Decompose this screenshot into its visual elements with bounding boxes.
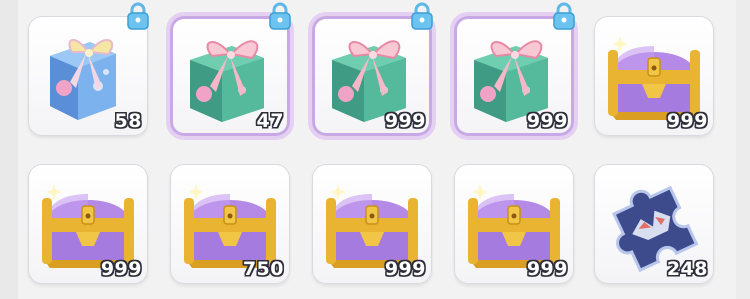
item-count: 999 (384, 258, 426, 280)
lock-icon (552, 2, 576, 30)
inventory-slot[interactable]: 999 (312, 164, 432, 284)
inventory-slot[interactable]: 248 (594, 164, 714, 284)
item-count: 750 (242, 258, 284, 280)
inventory-slot[interactable]: 999 (28, 164, 148, 284)
item-count: 999 (666, 110, 708, 132)
item-count: 47 (256, 110, 284, 132)
item-count: 58 (114, 110, 142, 132)
item-count: 999 (526, 258, 568, 280)
inventory-slot[interactable]: 47 (170, 2, 291, 136)
lock-icon (410, 2, 434, 30)
inventory-grid: 58 47 999 999 999 999 750 999 999 248 (28, 2, 718, 286)
inventory-slot[interactable]: 999 (454, 164, 574, 284)
lock-icon (126, 2, 150, 30)
item-count: 999 (100, 258, 142, 280)
inventory-slot[interactable]: 999 (454, 2, 575, 136)
lock-icon (268, 2, 292, 30)
item-count: 999 (384, 110, 426, 132)
scrollbar-track[interactable] (736, 0, 750, 299)
inventory-slot[interactable]: 999 (594, 16, 714, 136)
item-count: 248 (666, 258, 708, 280)
item-count: 999 (526, 110, 568, 132)
inventory-slot[interactable]: 58 (28, 2, 149, 136)
inventory-slot[interactable]: 999 (312, 2, 433, 136)
inventory-slot[interactable]: 750 (170, 164, 290, 284)
left-edge (0, 0, 18, 299)
